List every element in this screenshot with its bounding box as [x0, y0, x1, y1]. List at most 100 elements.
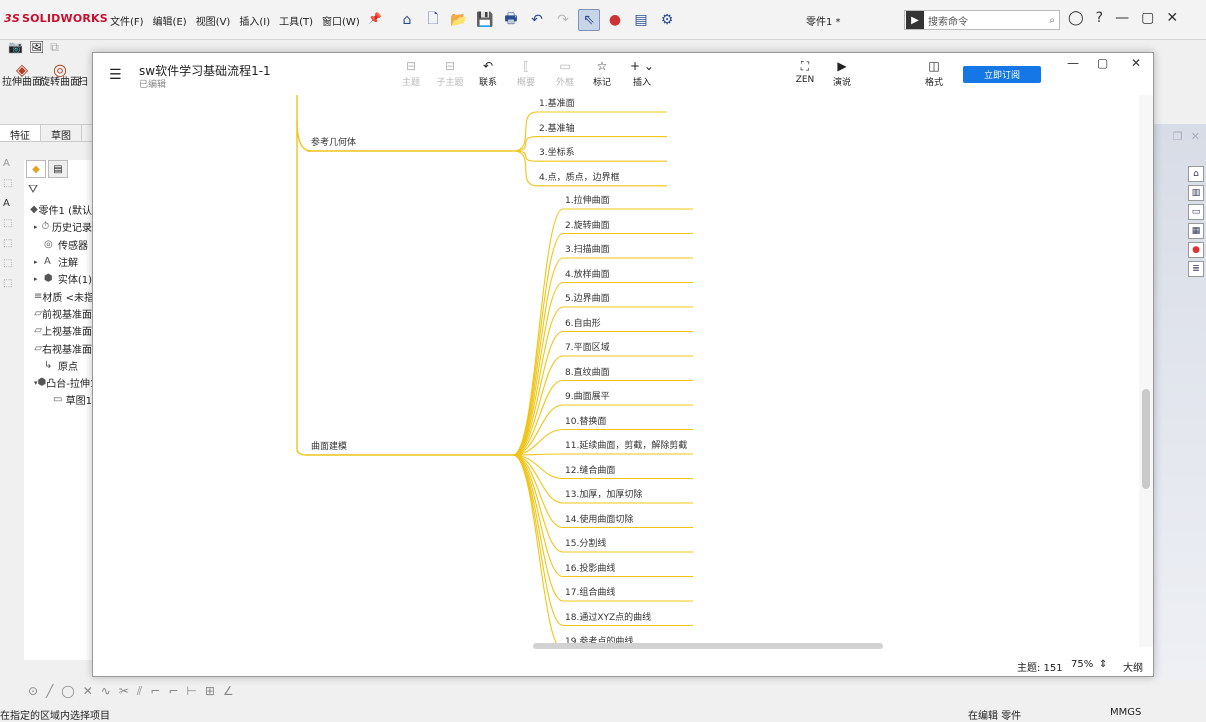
user-icon[interactable]: ◯ [1068, 10, 1084, 26]
grid-icon[interactable]: ⊞ [205, 684, 215, 699]
minimize-icon[interactable]: — [1115, 10, 1129, 26]
spline-icon[interactable]: ∿ [101, 684, 111, 699]
gear-icon[interactable]: ⚙ [656, 9, 678, 31]
subtopic[interactable]: 3.扫描曲面 [565, 244, 610, 256]
tree-item[interactable]: ▭ 草图1 [24, 391, 92, 408]
corner-icon[interactable]: ⌐ [150, 684, 160, 699]
search-icon[interactable]: ⌕ [1049, 15, 1055, 26]
tree-item[interactable]: ▱ 前视基准面 [24, 305, 92, 322]
select-cursor-icon[interactable]: ⇖ [578, 9, 600, 31]
save-icon[interactable]: 💾 [474, 9, 496, 31]
home-icon[interactable]: ⌂ [396, 9, 418, 31]
close-viewport-icon[interactable]: ✕ [1191, 130, 1200, 143]
strip-icon-5[interactable]: ⬚ [3, 238, 19, 254]
appearances-icon[interactable]: ● [1188, 242, 1204, 258]
property-manager-tab-icon[interactable]: ▤ [48, 160, 68, 178]
tool-button-4[interactable]: ▭ 外框 [545, 59, 585, 88]
offset-icon[interactable]: ⫽ [137, 684, 142, 699]
file-explorer-icon[interactable]: ▭ [1188, 204, 1204, 220]
expand-arrow-icon[interactable]: ▸ [34, 258, 44, 266]
view-icon[interactable]: 🖼 [29, 40, 44, 55]
camera-icon[interactable]: 📷 [8, 40, 23, 55]
tree-item[interactable]: ▸ ⬢ 实体(1) [24, 270, 92, 287]
subtopic[interactable]: 14.使用曲面切除 [565, 514, 633, 526]
subtopic[interactable]: 11.延续曲面，剪截，解除剪截 [565, 440, 687, 452]
copy-icon[interactable]: ⧉ [50, 40, 59, 55]
branch-topic[interactable]: 曲面建模 [311, 441, 347, 453]
strip-icon-7[interactable]: ⬚ [3, 278, 19, 294]
close-icon[interactable]: ✕ [1166, 10, 1178, 26]
mind-close-icon[interactable]: ✕ [1131, 56, 1141, 70]
menu-item-2[interactable]: 视图(V) [196, 13, 231, 28]
subtopic[interactable]: 1.拉伸曲面 [565, 195, 610, 207]
subtopic[interactable]: 2.基准轴 [539, 123, 575, 135]
subtopic[interactable]: 15.分割线 [565, 538, 606, 550]
view-palette-icon[interactable]: ▦ [1188, 223, 1204, 239]
subtopic[interactable]: 2.旋转曲面 [565, 220, 610, 232]
graphics-viewport[interactable]: ❐ ✕ ⌂ ▥ ▭ ▦ ● ≣ [1154, 124, 1206, 680]
zoom-level[interactable]: 75% [1071, 659, 1093, 670]
horizontal-scroll-thumb[interactable] [533, 643, 883, 649]
subtopic[interactable]: 5.边界曲面 [565, 293, 610, 305]
search-commands-input[interactable]: ▶ 搜索命令 ⌕ [904, 10, 1060, 30]
resources-icon[interactable]: ⌂ [1188, 166, 1204, 182]
strip-icon-4[interactable]: ⬚ [3, 218, 19, 234]
vertical-scroll-thumb[interactable] [1142, 389, 1150, 489]
subtopic[interactable]: 10.替换面 [565, 416, 606, 428]
expand-arrow-icon[interactable]: ▸ [34, 275, 44, 283]
tool-button-2[interactable]: ↶ 联系 [468, 59, 508, 88]
vertical-scrollbar[interactable] [1139, 95, 1153, 647]
strip-icon-3[interactable]: A [3, 198, 19, 214]
zoom-stepper-icon[interactable]: ⇕ [1099, 659, 1107, 670]
subtopic[interactable]: 4.放样曲面 [565, 269, 610, 281]
menu-icon[interactable]: ☰ [109, 67, 122, 83]
tool-button-0[interactable]: ⊟ 主题 [391, 59, 431, 88]
feature-tree-tab-icon[interactable]: ◆ [26, 160, 46, 178]
pin-icon[interactable]: 📌 [368, 12, 382, 25]
restore-icon[interactable]: ❐ [1173, 130, 1183, 143]
tab-features[interactable]: 特征 [0, 125, 41, 142]
subtopic[interactable]: 16.投影曲线 [565, 563, 615, 575]
tree-item[interactable]: ▸ A 注解 [24, 253, 92, 270]
chamfer-icon[interactable]: ⌐ [168, 684, 178, 699]
subtopic[interactable]: 7.平面区域 [565, 342, 610, 354]
subtopic[interactable]: 18.通过XYZ点的曲线 [565, 612, 651, 624]
tree-item[interactable]: ▱ 上视基准面 [24, 322, 92, 339]
open-file-icon[interactable]: 📂 [448, 9, 470, 31]
expand-arrow-icon[interactable]: ▸ [34, 223, 42, 231]
subtopic[interactable]: 4.点，质点，边界框 [539, 172, 620, 184]
tree-item[interactable]: ≡材质 <未指定> [24, 287, 92, 304]
strip-icon-1[interactable]: A [3, 158, 19, 174]
present-button[interactable]: ▶ 演说 [822, 59, 862, 88]
tool-button-3[interactable]: ⟦ 概要 [506, 59, 546, 88]
tree-item[interactable]: ▾ ⬢ 凸台-拉伸1 [24, 374, 92, 391]
zen-button[interactable]: ⛶ ZEN [785, 59, 825, 85]
tree-item[interactable]: ◎ 传感器 [24, 236, 92, 253]
subtopic[interactable]: 9.曲面展平 [565, 391, 610, 403]
strip-icon-6[interactable]: ⬚ [3, 258, 19, 274]
mind-minimize-icon[interactable]: — [1067, 56, 1079, 70]
subtopic[interactable]: 13.加厚，加厚切除 [565, 489, 642, 501]
custom-properties-icon[interactable]: ≣ [1188, 261, 1204, 277]
file-properties-icon[interactable]: ▤ [630, 9, 652, 31]
menu-item-1[interactable]: 编辑(E) [153, 13, 187, 28]
subtopic[interactable]: 12.缝合曲面 [565, 465, 615, 477]
outline-button[interactable]: 大纲 [1123, 659, 1143, 674]
subtopic[interactable]: 17.组合曲线 [565, 587, 615, 599]
filter-icon[interactable]: ⛛ [28, 182, 92, 197]
tree-item[interactable]: ▸ ⏱ 历史记录 [24, 218, 92, 235]
status-units[interactable]: MMGS [1110, 707, 1141, 718]
menu-item-4[interactable]: 工具(T) [279, 13, 313, 28]
menu-item-3[interactable]: 插入(I) [239, 13, 270, 28]
dimension-icon[interactable]: ⊢ [186, 684, 196, 699]
extrude-surface-button[interactable]: ◈ 拉伸曲面 [2, 62, 42, 89]
subtopic[interactable]: 8.直纹曲面 [565, 367, 610, 379]
subtopic[interactable]: 6.自由形 [565, 318, 601, 330]
maximize-icon[interactable]: ▢ [1141, 10, 1154, 26]
tab-sketch[interactable]: 草图 [41, 125, 82, 142]
tool-button-6[interactable]: + ⌄ 插入 [622, 59, 662, 88]
angle-icon[interactable]: ∠ [223, 684, 234, 699]
cross-icon[interactable]: ✕ [83, 684, 93, 699]
menu-item-0[interactable]: 文件(F) [110, 13, 144, 28]
solidworks-logo[interactable]: 3S SOLIDWORKS [4, 12, 108, 25]
